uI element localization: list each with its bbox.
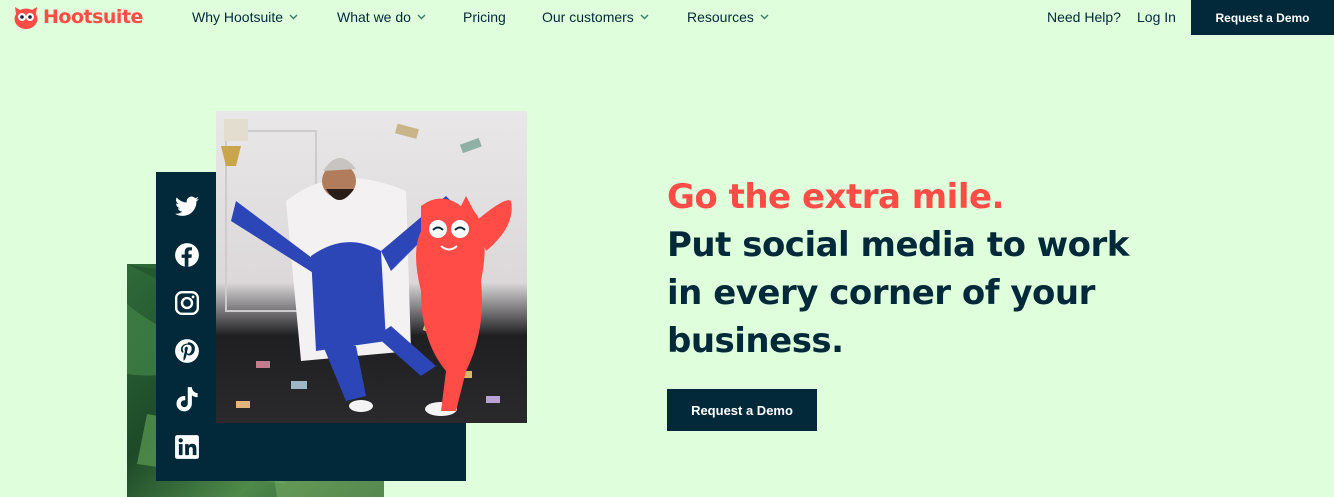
nav-label: Pricing (463, 9, 506, 25)
linkedin-icon[interactable] (174, 434, 200, 460)
top-navigation: Hootsuite Why Hootsuite What we do Prici… (0, 0, 1334, 35)
nav-label: What we do (337, 9, 411, 25)
hero-line-2: in every corner of your (667, 273, 1095, 313)
facebook-icon[interactable] (174, 242, 200, 268)
hero-line-1: Put social media to work (667, 225, 1129, 265)
celebration-illustration (221, 119, 512, 416)
hero-accent-line: Go the extra mile. (667, 177, 1004, 217)
chevron-down-icon (417, 14, 426, 20)
need-help-link[interactable]: Need Help? (1047, 9, 1121, 25)
nav-why-hootsuite[interactable]: Why Hootsuite (192, 9, 298, 25)
owl-logo-icon (14, 7, 38, 29)
social-bar-extension (216, 423, 466, 481)
hero-headline: Go the extra mile. Put social media to w… (667, 173, 1227, 365)
nav-resources[interactable]: Resources (687, 9, 769, 25)
nav-label: Resources (687, 9, 754, 25)
nav-pricing[interactable]: Pricing (463, 9, 506, 25)
nav-our-customers[interactable]: Our customers (542, 9, 649, 25)
pinterest-icon[interactable] (174, 338, 200, 364)
nav-what-we-do[interactable]: What we do (337, 9, 426, 25)
login-link[interactable]: Log In (1137, 9, 1176, 25)
instagram-icon[interactable] (174, 290, 200, 316)
request-demo-hero-button[interactable]: Request a Demo (667, 389, 817, 431)
chevron-down-icon (640, 14, 649, 20)
hero-photo (216, 111, 527, 423)
chevron-down-icon (760, 14, 769, 20)
hootsuite-logo[interactable]: Hootsuite (12, 3, 143, 31)
nav-label: Our customers (542, 9, 634, 25)
chevron-down-icon (289, 14, 298, 20)
nav-label: Why Hootsuite (192, 9, 284, 25)
request-demo-nav-button[interactable]: Request a Demo (1191, 0, 1334, 35)
hero-line-3: business. (667, 321, 844, 361)
logo-wordmark: Hootsuite (43, 6, 143, 28)
tiktok-icon[interactable] (174, 386, 200, 412)
twitter-icon[interactable] (174, 194, 200, 220)
